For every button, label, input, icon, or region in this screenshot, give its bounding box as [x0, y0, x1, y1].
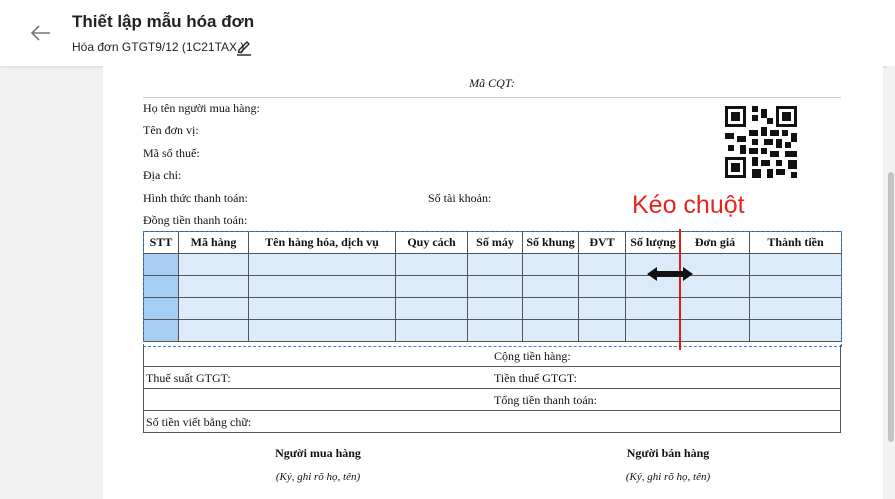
table-cell[interactable] [749, 319, 842, 342]
table-cell[interactable] [467, 297, 523, 320]
col-so-may[interactable]: Số máy [467, 231, 523, 254]
table-cell[interactable] [248, 297, 396, 320]
col-stt[interactable]: STT [143, 231, 179, 254]
buyer-sign-note: (Ký, ghi rõ họ, tên) [275, 471, 361, 483]
table-cell[interactable] [467, 319, 523, 342]
unit-name-label: Tên đơn vị: [143, 123, 199, 137]
col-so-luong[interactable]: Số lượng [625, 231, 681, 254]
page-header: Thiết lập mẫu hóa đơn Hóa đơn GTGT9/12 (… [0, 0, 895, 66]
seller-sign-title: Người bán hàng [626, 446, 710, 460]
amount-words-label: Số tiền viết bằng chữ: [146, 415, 252, 429]
table-row[interactable] [143, 253, 842, 276]
grand-total-label: Tổng tiền thanh toán: [494, 393, 597, 407]
back-arrow-icon[interactable] [30, 22, 52, 44]
tax-code-label: Mã số thuế: [143, 146, 200, 160]
col-ten-hang[interactable]: Tên hàng hóa, dịch vụ [248, 231, 396, 254]
table-cell[interactable] [680, 319, 750, 342]
total-goods-label: Cộng tiền hàng: [494, 349, 571, 363]
table-row[interactable] [143, 275, 842, 298]
pencil-icon[interactable] [236, 38, 252, 56]
vat-row: Thuế suất GTGT: Tiền thuế GTGT: [143, 367, 841, 389]
table-cell[interactable] [749, 253, 842, 276]
table-cell[interactable] [522, 319, 579, 342]
table-cell[interactable] [178, 297, 249, 320]
table-cell[interactable] [395, 253, 468, 276]
table-cell[interactable] [680, 297, 750, 320]
table-cell[interactable] [178, 253, 249, 276]
invoice-preview: Mã CQT: Họ tên người mua hàng: Tên đơn v… [103, 66, 883, 499]
table-cell[interactable] [178, 319, 249, 342]
items-table: STT Mã hàng Tên hàng hóa, dịch vụ Quy cá… [143, 231, 842, 342]
address-label: Địa chỉ: [143, 168, 182, 182]
total-goods-row: Cộng tiền hàng: [143, 345, 841, 367]
amount-words-row: Số tiền viết bằng chữ: [143, 411, 841, 433]
table-cell[interactable] [522, 297, 579, 320]
drag-annotation-label: Kéo chuột [632, 191, 745, 219]
vat-rate-label: Thuế suất GTGT: [146, 371, 231, 385]
grand-total-row: Tổng tiền thanh toán: [143, 389, 841, 411]
template-name: Hóa đơn GTGT9/12 (1C21TAX ) [72, 40, 245, 54]
col-don-gia[interactable]: Đơn giá [680, 231, 750, 254]
qr-code-icon [725, 106, 797, 178]
stt-cell[interactable] [143, 253, 179, 276]
table-cell[interactable] [248, 253, 396, 276]
table-cell[interactable] [395, 275, 468, 298]
table-row[interactable] [143, 297, 842, 320]
totals-section: Cộng tiền hàng: Thuế suất GTGT: Tiền thu… [143, 345, 841, 433]
table-cell[interactable] [578, 319, 626, 342]
currency-label: Đồng tiền thanh toán: [143, 213, 248, 227]
table-cell[interactable] [395, 297, 468, 320]
seller-sign-note: (Ký, ghi rõ họ, tên) [625, 471, 711, 483]
table-cell[interactable] [625, 319, 681, 342]
col-quy-cach[interactable]: Quy cách [395, 231, 468, 254]
column-resize-guide[interactable] [679, 229, 681, 350]
col-ma-hang[interactable]: Mã hàng [178, 231, 249, 254]
stt-cell[interactable] [143, 319, 179, 342]
buyer-signature-block: Người mua hàng (Ký, ghi rõ họ, tên) [218, 446, 418, 483]
seller-signature-block: Người bán hàng (Ký, ghi rõ họ, tên) [568, 446, 768, 483]
table-cell[interactable] [578, 297, 626, 320]
stt-cell[interactable] [143, 275, 179, 298]
account-no-label: Số tài khoản: [428, 191, 492, 205]
col-dvt[interactable]: ĐVT [578, 231, 626, 254]
table-cell[interactable] [578, 275, 626, 298]
table-cell[interactable] [578, 253, 626, 276]
table-cell[interactable] [178, 275, 249, 298]
table-cell[interactable] [522, 253, 579, 276]
stt-cell[interactable] [143, 297, 179, 320]
table-cell[interactable] [248, 275, 396, 298]
page-title: Thiết lập mẫu hóa đơn [72, 12, 255, 31]
table-cell[interactable] [248, 319, 396, 342]
table-cell[interactable] [467, 275, 523, 298]
table-cell[interactable] [522, 275, 579, 298]
buyer-name-label: Họ tên người mua hàng: [143, 101, 260, 115]
payment-method-label: Hình thức thanh toán: [143, 191, 248, 205]
ma-cqt-label: Mã CQT: [143, 76, 841, 98]
vat-amount-label: Tiền thuế GTGT: [494, 371, 577, 385]
table-row[interactable] [143, 319, 842, 342]
col-thanh-tien[interactable]: Thành tiền [749, 231, 842, 254]
table-cell[interactable] [395, 319, 468, 342]
double-arrow-icon[interactable] [647, 266, 693, 282]
scrollbar-thumb[interactable] [888, 172, 894, 442]
col-so-khung[interactable]: Số khung [522, 231, 579, 254]
table-cell[interactable] [749, 275, 842, 298]
buyer-sign-title: Người mua hàng [275, 446, 361, 460]
table-cell[interactable] [625, 297, 681, 320]
table-cell[interactable] [749, 297, 842, 320]
table-cell[interactable] [467, 253, 523, 276]
